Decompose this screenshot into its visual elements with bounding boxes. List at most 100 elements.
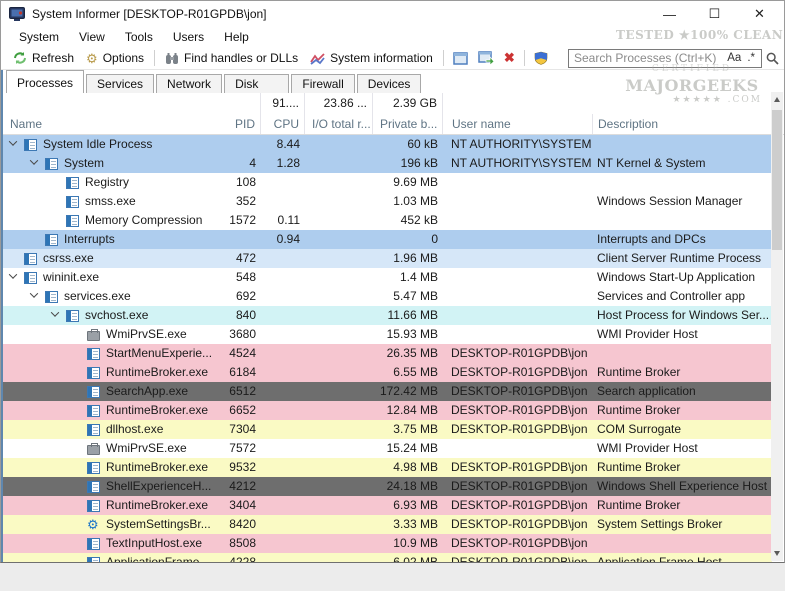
process-row[interactable]: wininit.exe5481.4 MBWindows Start-Up App…	[3, 268, 772, 287]
process-cpu	[261, 306, 305, 325]
process-row[interactable]: WmiPrvSE.exe368015.93 MBWMI Provider Hos…	[3, 325, 772, 344]
process-row[interactable]: WmiPrvSE.exe757215.24 MBWMI Provider Hos…	[3, 439, 772, 458]
minimize-button[interactable]: —	[647, 1, 692, 27]
expand-chevron-icon[interactable]	[9, 137, 17, 145]
column-io[interactable]: I/O total r...	[305, 114, 373, 134]
find-handles-button[interactable]: Find handles or DLLs	[159, 49, 304, 67]
process-pid: 4524	[225, 344, 261, 363]
process-io	[305, 211, 373, 230]
tab-services[interactable]: Services	[86, 74, 154, 93]
process-description: Client Server Runtime Process	[593, 249, 772, 268]
tab-processes[interactable]: Processes	[6, 70, 84, 93]
process-io	[305, 515, 373, 534]
column-private[interactable]: Private b...	[373, 114, 443, 134]
menu-view[interactable]: View	[69, 28, 115, 47]
vertical-scrollbar[interactable]	[771, 92, 783, 561]
process-name: Memory Compression	[85, 211, 202, 230]
process-private-bytes: 0	[373, 230, 443, 249]
process-row[interactable]: System41.28196 kBNT AUTHORITY\SYSTEMNT K…	[3, 154, 772, 173]
system-information-button[interactable]: System information	[304, 49, 439, 67]
terminate-icon-button[interactable]: ✖	[499, 48, 520, 68]
process-row[interactable]: Interrupts0.940Interrupts and DPCs	[3, 230, 772, 249]
process-pid	[225, 230, 261, 249]
expand-chevron-icon[interactable]	[30, 289, 38, 297]
tab-disk[interactable]: Disk	[224, 74, 289, 93]
process-pid: 3680	[225, 325, 261, 344]
menu-tools[interactable]: Tools	[115, 28, 163, 47]
tab-network[interactable]: Network	[156, 74, 222, 93]
process-io	[305, 192, 373, 211]
tab-firewall[interactable]: Firewall	[291, 74, 354, 93]
menu-help[interactable]: Help	[214, 28, 259, 47]
expand-chevron-icon[interactable]	[9, 270, 17, 278]
process-cpu	[261, 287, 305, 306]
new-window-button[interactable]	[473, 49, 499, 67]
process-row[interactable]: Memory Compression15720.11452 kB	[3, 211, 772, 230]
process-io	[305, 173, 373, 192]
default-process-icon	[66, 196, 79, 208]
regex-toggle[interactable]: .*	[744, 52, 758, 64]
expand-chevron-icon[interactable]	[30, 156, 38, 164]
default-process-icon	[87, 557, 100, 563]
process-row[interactable]: SearchApp.exe6512172.42 MBDESKTOP-R01GPD…	[3, 382, 772, 401]
process-row[interactable]: RuntimeBroker.exe34046.93 MBDESKTOP-R01G…	[3, 496, 772, 515]
process-name: StartMenuExperie...	[106, 344, 212, 363]
header-labels-row: Name PID CPU I/O total r... Private b...…	[3, 114, 784, 135]
always-on-top-button[interactable]	[448, 50, 473, 67]
process-cpu	[261, 401, 305, 420]
process-name: System	[64, 154, 104, 173]
app-icon	[9, 7, 25, 22]
menu-users[interactable]: Users	[163, 28, 214, 47]
process-name: ApplicationFrame...	[106, 553, 209, 562]
process-row[interactable]: ApplicationFrame...42286.02 MBDESKTOP-R0…	[3, 553, 772, 562]
column-description[interactable]: Description	[593, 114, 784, 134]
maximize-button[interactable]: ☐	[692, 1, 737, 27]
column-name[interactable]: Name	[3, 114, 225, 134]
process-description: Runtime Broker	[593, 401, 772, 420]
process-private-bytes: 6.55 MB	[373, 363, 443, 382]
process-row[interactable]: TextInputHost.exe850810.9 MBDESKTOP-R01G…	[3, 534, 772, 553]
process-row[interactable]: StartMenuExperie...452426.35 MBDESKTOP-R…	[3, 344, 772, 363]
process-row[interactable]: RuntimeBroker.exe95324.98 MBDESKTOP-R01G…	[3, 458, 772, 477]
process-cpu	[261, 344, 305, 363]
process-row[interactable]: System Idle Process8.4460 kBNT AUTHORITY…	[3, 135, 772, 154]
scrollbar-thumb[interactable]	[772, 110, 782, 250]
column-user[interactable]: User name	[443, 114, 593, 134]
column-cpu[interactable]: CPU	[261, 114, 305, 134]
scroll-down-arrow[interactable]	[771, 546, 783, 561]
process-io	[305, 458, 373, 477]
process-user: DESKTOP-R01GPDB\jon	[443, 420, 593, 439]
process-description	[593, 173, 772, 192]
process-row[interactable]: svchost.exe84011.66 MBHost Process for W…	[3, 306, 772, 325]
process-private-bytes: 1.96 MB	[373, 249, 443, 268]
process-row[interactable]: ShellExperienceH...421224.18 MBDESKTOP-R…	[3, 477, 772, 496]
process-cpu	[261, 515, 305, 534]
options-button[interactable]: ⚙ Options	[80, 49, 150, 67]
default-process-icon	[45, 158, 58, 170]
process-row[interactable]: services.exe6925.47 MBServices and Contr…	[3, 287, 772, 306]
match-case-toggle[interactable]: Aa	[724, 52, 744, 64]
process-name: RuntimeBroker.exe	[106, 496, 208, 515]
show-details-all-users-button[interactable]	[529, 49, 553, 67]
tab-devices[interactable]: Devices	[357, 74, 422, 93]
default-process-icon	[87, 462, 100, 474]
gear-icon: ⚙	[86, 52, 98, 65]
close-button[interactable]: ✕	[737, 1, 782, 27]
process-row[interactable]: smss.exe3521.03 MBWindows Session Manage…	[3, 192, 772, 211]
column-pid[interactable]: PID	[225, 114, 261, 134]
refresh-button[interactable]: Refresh	[7, 49, 80, 67]
process-row[interactable]: Registry1089.69 MB	[3, 173, 772, 192]
process-private-bytes: 11.66 MB	[373, 306, 443, 325]
scroll-up-arrow[interactable]	[771, 92, 783, 107]
process-row[interactable]: RuntimeBroker.exe61846.55 MBDESKTOP-R01G…	[3, 363, 772, 382]
process-row[interactable]: ⚙SystemSettingsBr...84203.33 MBDESKTOP-R…	[3, 515, 772, 534]
process-private-bytes: 452 kB	[373, 211, 443, 230]
process-row[interactable]: csrss.exe4721.96 MBClient Server Runtime…	[3, 249, 772, 268]
process-row[interactable]: dllhost.exe73043.75 MBDESKTOP-R01GPDB\jo…	[3, 420, 772, 439]
search-icon[interactable]	[766, 52, 779, 65]
menu-system[interactable]: System	[9, 28, 69, 47]
expand-chevron-icon[interactable]	[51, 308, 59, 316]
process-row[interactable]: RuntimeBroker.exe665212.84 MBDESKTOP-R01…	[3, 401, 772, 420]
search-input[interactable]	[574, 51, 724, 65]
process-pid: 1572	[225, 211, 261, 230]
